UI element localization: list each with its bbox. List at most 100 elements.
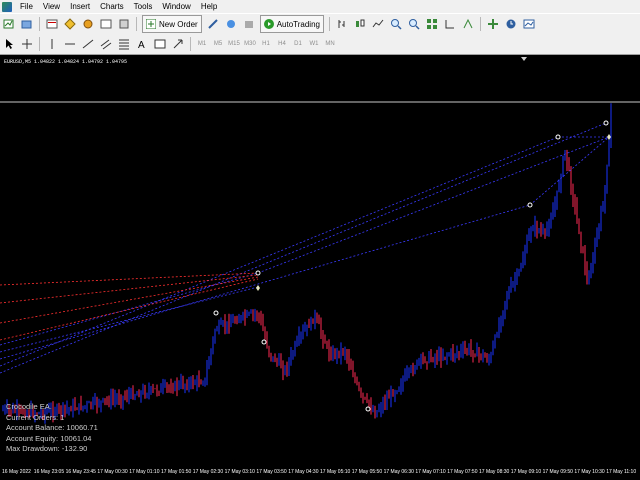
toolbar-separator (190, 37, 191, 51)
standard-toolbar: New Order AutoTrading (0, 13, 640, 35)
time-axis-label: 17 May 04:30 (288, 469, 319, 475)
indicators-icon[interactable] (486, 17, 500, 31)
line-chart-icon[interactable] (371, 17, 385, 31)
order-fan-line (0, 136, 559, 367)
order-marker (603, 120, 609, 126)
order-marker (555, 134, 561, 140)
time-axis-label: 16 May 2022 (2, 469, 31, 475)
time-axis-label: 17 May 09:50 (542, 469, 573, 475)
timeframe-h1[interactable]: H1 (259, 41, 273, 47)
arrows-icon[interactable] (171, 37, 185, 51)
menu-view[interactable]: View (38, 0, 65, 13)
menu-window[interactable]: Window (157, 0, 195, 13)
order-marker (527, 202, 533, 208)
price-chart[interactable]: EURUSD,M5 1.04822 1.04824 1.04792 1.0479… (0, 55, 640, 480)
chart-shift-icon[interactable] (443, 17, 457, 31)
data-window-icon[interactable] (63, 17, 77, 31)
svg-text:A: A (138, 40, 145, 50)
time-axis-label: 17 May 03:10 (224, 469, 255, 475)
order-connector-line (529, 136, 610, 206)
trendline-icon[interactable] (81, 37, 95, 51)
time-axis-label: 17 May 01:50 (161, 469, 192, 475)
time-axis-label: 17 May 07:50 (447, 469, 478, 475)
menu-tools[interactable]: Tools (129, 0, 158, 13)
order-fan-line (0, 276, 259, 324)
horizontal-line-icon[interactable] (63, 37, 77, 51)
terminal-icon[interactable] (99, 17, 113, 31)
current-orders: Current Orders: 1 (6, 412, 65, 422)
account-equity: Account Equity: 10061.04 (6, 433, 92, 443)
timeframe-w1[interactable]: W1 (307, 41, 321, 47)
signals-icon[interactable] (224, 17, 238, 31)
max-drawdown: Max Drawdown: -132.90 (6, 444, 88, 453)
navigator-icon[interactable] (81, 17, 95, 31)
vertical-line-icon[interactable] (45, 37, 59, 51)
time-axis-label: 17 May 06:30 (383, 469, 414, 475)
ea-info-panel: Crocodile EA. Current Orders: 1 Account … (6, 402, 98, 455)
profiles-icon[interactable] (20, 17, 34, 31)
time-axis-label: 17 May 07:10 (415, 469, 446, 475)
time-axis: 16 May 2022 16 May 23:05 16 May 23:45 17 Ma… (0, 467, 640, 480)
order-marker (365, 406, 371, 412)
menu-insert[interactable]: Insert (65, 0, 95, 13)
time-axis-label: 16 May 23:05 (33, 469, 65, 475)
order-fan-line (0, 286, 259, 353)
order-connector-line (257, 136, 610, 274)
timeframe-mn[interactable]: MN (323, 41, 337, 47)
ea-name: Crocodile EA. (6, 402, 52, 411)
timeframe-h4[interactable]: H4 (275, 41, 289, 47)
bar-chart-icon[interactable] (335, 17, 349, 31)
metaeditor-icon[interactable] (206, 17, 220, 31)
menu-bar: File View Insert Charts Tools Window Hel… (0, 0, 640, 13)
order-arrow-marker (607, 134, 611, 140)
timeframe-m1[interactable]: M1 (195, 41, 209, 47)
autotrading-icon (263, 19, 274, 29)
menu-help[interactable]: Help (196, 0, 222, 13)
channel-icon[interactable] (99, 37, 113, 51)
chart-shift-marker (521, 57, 527, 61)
auto-scroll-icon[interactable] (461, 17, 475, 31)
timeframe-d1[interactable]: D1 (291, 41, 305, 47)
order-marker (213, 310, 219, 316)
time-axis-label: 17 May 08:30 (479, 469, 510, 475)
new-chart-icon[interactable] (2, 17, 16, 31)
strategy-tester-icon[interactable] (117, 17, 131, 31)
templates-icon[interactable] (522, 17, 536, 31)
tile-windows-icon[interactable] (425, 17, 439, 31)
timeframe-m5[interactable]: M5 (211, 41, 225, 47)
menu-charts[interactable]: Charts (95, 0, 129, 13)
autotrading-button[interactable]: AutoTrading (259, 15, 324, 33)
timeframe-m15[interactable]: M15 (227, 41, 241, 47)
order-marker (261, 339, 267, 345)
time-axis-label: 17 May 00:30 (97, 469, 128, 475)
market-watch-icon[interactable] (45, 17, 59, 31)
time-axis-label: 17 May 10:30 (574, 469, 605, 475)
time-axis-label: 16 May 23:45 (65, 469, 96, 475)
toolbar-separator (39, 37, 40, 51)
zoom-in-icon[interactable] (389, 17, 403, 31)
candlesticks-icon[interactable] (353, 17, 367, 31)
timeframe-m30[interactable]: M30 (243, 41, 257, 47)
periods-icon[interactable] (504, 17, 518, 31)
app-logo-icon (2, 1, 12, 12)
new-order-label: New Order (159, 19, 198, 29)
time-axis-label: 17 May 11:10 (606, 469, 637, 475)
time-axis-label: 17 May 02:30 (192, 469, 224, 475)
autotrading-label: AutoTrading (276, 19, 320, 29)
crosshair-icon[interactable] (20, 37, 34, 51)
text-icon[interactable]: A (135, 37, 149, 51)
tools-toolbar: A M1 M5 M15 M30 H1 H4 D1 W1 MN (0, 34, 640, 55)
cursor-icon[interactable] (2, 37, 16, 51)
toolbar-separator (328, 17, 330, 31)
toolbar-separator (39, 17, 40, 31)
toolbar-separator (479, 17, 481, 31)
time-axis-label: 17 May 03:50 (256, 469, 287, 475)
zoom-out-icon[interactable] (407, 17, 421, 31)
fibonacci-icon[interactable] (117, 37, 131, 51)
symbol-info: EURUSD,M5 1.04822 1.04824 1.04792 1.0479… (4, 59, 128, 65)
time-axis-label: 17 May 09:10 (510, 469, 542, 475)
menu-file[interactable]: File (15, 0, 38, 13)
options-icon[interactable] (242, 17, 256, 31)
new-order-button[interactable]: New Order (142, 15, 202, 33)
text-label-icon[interactable] (153, 37, 167, 51)
